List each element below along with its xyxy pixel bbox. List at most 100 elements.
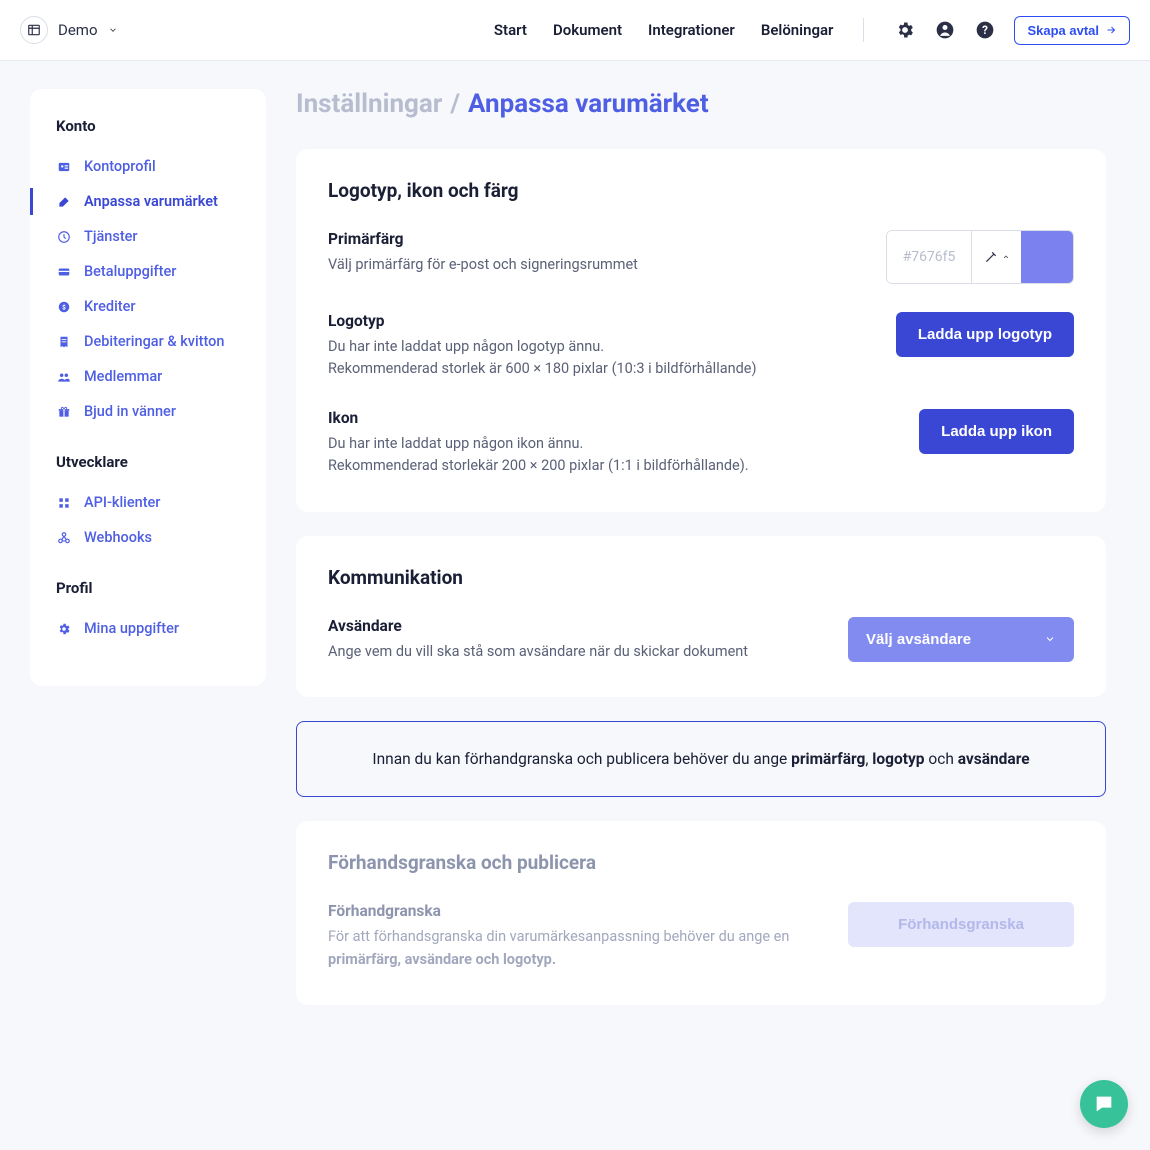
primary-color-input[interactable]: #7676f5 <box>887 231 971 283</box>
create-agreement-label: Skapa avtal <box>1027 23 1099 38</box>
prerequisite-notice: Innan du kan förhandgranska och publicer… <box>296 721 1106 797</box>
breadcrumb-current: Anpassa varumärket <box>468 89 709 119</box>
svg-text:?: ? <box>983 23 989 37</box>
sidebar-item-label: API-klienter <box>84 494 160 511</box>
logo-label: Logotyp <box>328 312 872 330</box>
preview-desc: För att förhandsgranska din varumärkesan… <box>328 926 824 971</box>
sidebar-item-debiteringar-kvitton[interactable]: Debiteringar & kvitton <box>30 324 266 359</box>
row-sender: Avsändare Ange vem du vill ska stå som a… <box>328 617 1074 663</box>
sidebar-group-profil: Profil <box>30 579 266 611</box>
sidebar-item-bjud-in-vanner[interactable]: Bjud in vänner <box>30 394 266 429</box>
settings-main: Inställningar / Anpassa varumärket Logot… <box>296 89 1106 1029</box>
sidebar-group-konto: Konto <box>30 117 266 149</box>
sidebar-item-kontoprofil[interactable]: Kontoprofil <box>30 149 266 184</box>
breadcrumb: Inställningar / Anpassa varumärket <box>296 89 1106 119</box>
gear-icon[interactable] <box>894 19 916 41</box>
user-card-icon <box>56 159 72 175</box>
sidebar-item-tjanster[interactable]: Tjänster <box>30 219 266 254</box>
topbar: Demo Start Dokument Integrationer Belöni… <box>0 0 1150 61</box>
nav-integrationer[interactable]: Integrationer <box>648 21 735 39</box>
nav-dokument[interactable]: Dokument <box>553 21 622 39</box>
sidebar-item-betaluppgifter[interactable]: Betaluppgifter <box>30 254 266 289</box>
row-icon: Ikon Du har inte laddat upp någon ikon ä… <box>328 409 1074 478</box>
svg-text:$: $ <box>62 303 66 311</box>
sidebar-group-utvecklare: Utvecklare <box>30 453 266 485</box>
workspace-switcher[interactable]: Demo <box>20 16 118 44</box>
card-title: Logotyp, ikon och färg <box>328 179 1074 202</box>
sidebar-item-api-klienter[interactable]: API-klienter <box>30 485 266 520</box>
sidebar-item-label: Debiteringar & kvitton <box>84 333 224 350</box>
breadcrumb-sep: / <box>450 89 460 119</box>
workspace-name: Demo <box>58 21 98 39</box>
card-preview-publish: Förhandsgranska och publicera Förhandgra… <box>296 821 1106 1005</box>
sidebar-item-medlemmar[interactable]: Medlemmar <box>30 359 266 394</box>
choose-sender-label: Välj avsändare <box>866 631 971 648</box>
primary-color-label: Primärfärg <box>328 230 862 248</box>
cog-icon <box>56 621 72 637</box>
breadcrumb-parent[interactable]: Inställningar <box>296 89 442 119</box>
account-icon[interactable] <box>934 19 956 41</box>
chevron-up-icon <box>1002 253 1010 261</box>
nav-divider <box>863 18 864 42</box>
card-title: Förhandsgranska och publicera <box>328 851 1074 874</box>
clock-icon <box>56 229 72 245</box>
page-body: Konto Kontoprofil Anpassa varumärket Tjä… <box>0 61 1150 1069</box>
card-communication: Kommunikation Avsändare Ange vem du vill… <box>296 536 1106 697</box>
nav-icons: ? Skapa avtal <box>894 16 1130 45</box>
preview-button: Förhandsgranska <box>848 902 1074 947</box>
sidebar-item-label: Medlemmar <box>84 368 162 385</box>
sidebar-item-label: Webhooks <box>84 529 152 546</box>
credit-card-icon <box>56 264 72 280</box>
choose-sender-button[interactable]: Välj avsändare <box>848 617 1074 662</box>
card-branding: Logotyp, ikon och färg Primärfärg Välj p… <box>296 149 1106 512</box>
sidebar-item-label: Betaluppgifter <box>84 263 176 280</box>
row-primary-color: Primärfärg Välj primärfärg för e-post oc… <box>328 230 1074 284</box>
nav-start[interactable]: Start <box>494 21 527 39</box>
workspace-icon <box>20 16 48 44</box>
chevron-down-icon <box>1044 633 1056 645</box>
nav-beloningar[interactable]: Belöningar <box>761 21 834 39</box>
primary-color-desc: Välj primärfärg för e-post och signering… <box>328 254 862 276</box>
row-logo: Logotyp Du har inte laddat upp någon log… <box>328 312 1074 381</box>
grid-icon <box>56 495 72 511</box>
sidebar-item-label: Tjänster <box>84 228 138 245</box>
upload-icon-button[interactable]: Ladda upp ikon <box>919 409 1074 454</box>
receipt-icon <box>56 334 72 350</box>
sender-label: Avsändare <box>328 617 824 635</box>
upload-logo-button[interactable]: Ladda upp logotyp <box>896 312 1074 357</box>
top-nav: Start Dokument Integrationer Belöningar … <box>494 16 1130 45</box>
sidebar-item-label: Anpassa varumärket <box>84 193 218 210</box>
sidebar-item-mina-uppgifter[interactable]: Mina uppgifter <box>30 611 266 646</box>
primary-color-control: #7676f5 <box>886 230 1074 284</box>
chat-launcher[interactable] <box>1080 1080 1128 1128</box>
coin-icon: $ <box>56 299 72 315</box>
row-preview: Förhandgranska För att förhandsgranska d… <box>328 902 1074 971</box>
sidebar-item-label: Mina uppgifter <box>84 620 179 637</box>
sender-desc: Ange vem du vill ska stå som avsändare n… <box>328 641 824 663</box>
sidebar-item-webhooks[interactable]: Webhooks <box>30 520 266 555</box>
color-picker-toggle[interactable] <box>971 231 1021 283</box>
gift-icon <box>56 404 72 420</box>
icon-upload-desc: Du har inte laddat upp någon ikon ännu. … <box>328 433 895 478</box>
sidebar-item-label: Krediter <box>84 298 136 315</box>
card-title: Kommunikation <box>328 566 1074 589</box>
logo-desc: Du har inte laddat upp någon logotyp änn… <box>328 336 872 381</box>
sidebar-item-label: Kontoprofil <box>84 158 156 175</box>
help-icon[interactable]: ? <box>974 19 996 41</box>
create-agreement-button[interactable]: Skapa avtal <box>1014 16 1130 45</box>
settings-sidebar: Konto Kontoprofil Anpassa varumärket Tjä… <box>30 89 266 686</box>
icon-upload-label: Ikon <box>328 409 895 427</box>
webhook-icon <box>56 530 72 546</box>
eyedropper-icon <box>984 250 998 264</box>
preview-button-label: Förhandsgranska <box>898 916 1024 933</box>
sidebar-item-anpassa-varumarket[interactable]: Anpassa varumärket <box>30 184 266 219</box>
chevron-down-icon <box>108 25 118 35</box>
sidebar-item-krediter[interactable]: $ Krediter <box>30 289 266 324</box>
arrow-right-icon <box>1105 24 1117 36</box>
chat-icon <box>1093 1093 1115 1115</box>
color-swatch[interactable] <box>1021 231 1073 283</box>
brush-icon <box>56 194 72 210</box>
sidebar-item-label: Bjud in vänner <box>84 403 176 420</box>
preview-label: Förhandgranska <box>328 902 824 920</box>
members-icon <box>56 369 72 385</box>
